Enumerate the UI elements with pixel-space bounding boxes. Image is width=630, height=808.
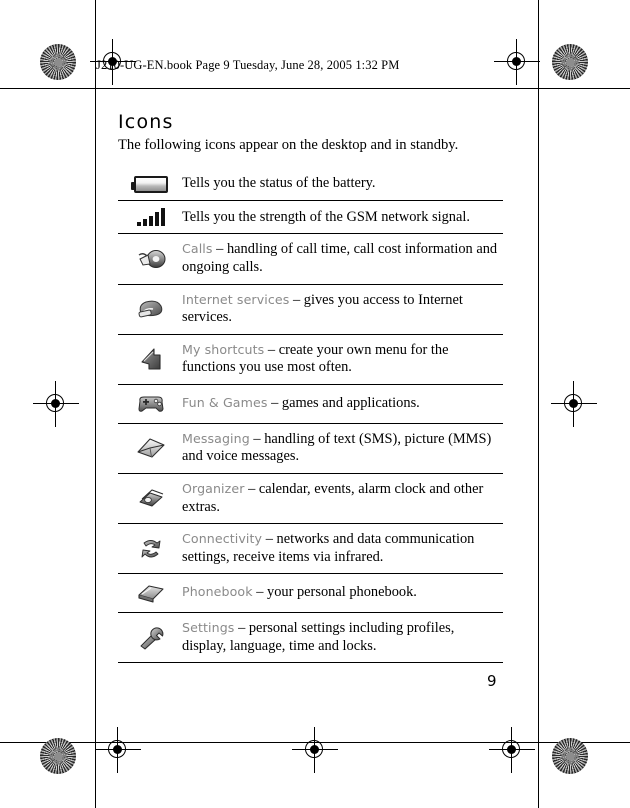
calls-icon: [134, 246, 168, 272]
trim-line-left: [95, 0, 96, 808]
messaging-icon: [134, 436, 168, 460]
menu-item-label: Connectivity: [182, 531, 263, 547]
menu-item-label: Calls: [182, 241, 213, 257]
description-cell: Calls – handling of call time, call cost…: [180, 234, 503, 284]
organizer-icon: [135, 487, 167, 511]
table-row: Connectivity – networks and data communi…: [118, 524, 503, 574]
description-cell: Internet services – gives you access to …: [180, 284, 503, 334]
header-rule: [96, 88, 518, 89]
registration-mark-bottom-right: [489, 727, 535, 773]
star-target-bottom-left: [40, 738, 76, 774]
table-row: Settings – personal settings including p…: [118, 613, 503, 663]
table-row: Tells you the status of the battery.: [118, 168, 503, 201]
page-title: Icons: [118, 111, 174, 133]
registration-mark-left-middle: [33, 381, 79, 427]
registration-mark-bottom-left: [95, 727, 141, 773]
table-row: My shortcuts – create your own menu for …: [118, 334, 503, 385]
description-cell: Connectivity – networks and data communi…: [180, 524, 503, 574]
menu-item-label: Settings: [182, 620, 235, 636]
page-content: Icons The following icons appear on the …: [118, 112, 503, 663]
description-cell: Tells you the status of the battery.: [180, 168, 503, 201]
book-header-bar: J210-UG-EN.book Page 9 Tuesday, June 28,…: [96, 52, 516, 78]
icon-cell: [118, 574, 180, 613]
label-separator: –: [267, 395, 282, 412]
icon-cell: [118, 384, 180, 423]
book-header-text: J210-UG-EN.book Page 9 Tuesday, June 28,…: [96, 57, 400, 72]
description-cell: My shortcuts – create your own menu for …: [180, 334, 503, 384]
icon-cell: [118, 234, 180, 284]
battery-icon: [131, 175, 168, 193]
description-cell: Messaging – handling of text (SMS), pict…: [180, 423, 503, 473]
star-target-bottom-right: [552, 738, 588, 774]
table-row: Fun & Games – games and applications.: [118, 384, 503, 424]
star-target-top-left: [40, 44, 76, 80]
table-row: Organizer – calendar, events, alarm cloc…: [118, 473, 503, 524]
menu-item-description: your personal phonebook.: [267, 584, 417, 601]
label-separator: –: [252, 584, 267, 601]
menu-item-label: Messaging: [182, 430, 250, 446]
icon-cell: [118, 201, 180, 234]
menu-item-label: Fun & Games: [182, 395, 268, 411]
label-separator: –: [212, 241, 227, 258]
settings-icon: [136, 625, 166, 651]
menu-item-description: handling of call time, call cost informa…: [182, 241, 498, 276]
icon-cell: [118, 613, 180, 663]
label-separator: –: [249, 430, 265, 447]
internet-services-icon: [134, 296, 168, 322]
menu-item-description: Tells you the strength of the GSM networ…: [182, 208, 470, 225]
icon-legend-body: Tells you the status of the battery. Tell…: [118, 168, 503, 663]
menu-item-description: games and applications.: [281, 395, 420, 412]
intro-paragraph: The following icons appear on the deskto…: [118, 136, 459, 153]
description-cell: Organizer – calendar, events, alarm cloc…: [180, 473, 503, 523]
label-separator: –: [264, 341, 279, 358]
menu-item-label: Phonebook: [182, 584, 253, 600]
trim-line-bottom: [0, 742, 630, 743]
phonebook-icon: [135, 581, 167, 605]
label-separator: –: [262, 531, 277, 548]
my-shortcuts-icon: [136, 345, 166, 373]
description-cell: Fun & Games – games and applications.: [180, 384, 503, 423]
icon-legend-table: Tells you the status of the battery. Tell…: [118, 168, 503, 663]
page-number: 9: [487, 672, 497, 690]
icon-cell: [118, 334, 180, 384]
menu-item-label: Organizer: [182, 480, 245, 496]
label-separator: –: [244, 480, 259, 497]
table-row: Calls – handling of call time, call cost…: [118, 234, 503, 285]
table-row: Tells you the strength of the GSM networ…: [118, 201, 503, 234]
registration-mark-right-middle: [551, 381, 597, 427]
star-target-top-right: [552, 44, 588, 80]
table-row: Messaging – handling of text (SMS), pict…: [118, 423, 503, 474]
menu-item-description: Tells you the status of the battery.: [182, 175, 376, 192]
table-row: Internet services – gives you access to …: [118, 284, 503, 335]
label-separator: –: [289, 291, 304, 308]
menu-item-label: Internet services: [182, 291, 290, 307]
connectivity-icon: [136, 536, 166, 562]
description-cell: Phonebook – your personal phonebook.: [180, 574, 503, 613]
icon-cell: [118, 284, 180, 334]
fun-and-games-icon: [134, 392, 168, 416]
icon-cell: [118, 524, 180, 574]
icon-cell: [118, 168, 180, 201]
menu-item-label: My shortcuts: [182, 341, 265, 357]
table-row: Phonebook – your personal phonebook.: [118, 574, 503, 613]
label-separator: –: [234, 620, 249, 637]
description-cell: Settings – personal settings including p…: [180, 613, 503, 663]
trim-line-right: [538, 0, 539, 808]
signal-strength-icon: [137, 208, 165, 227]
description-cell: Tells you the strength of the GSM networ…: [180, 201, 503, 234]
registration-mark-bottom-center: [292, 727, 338, 773]
icon-cell: [118, 423, 180, 473]
icon-cell: [118, 473, 180, 523]
